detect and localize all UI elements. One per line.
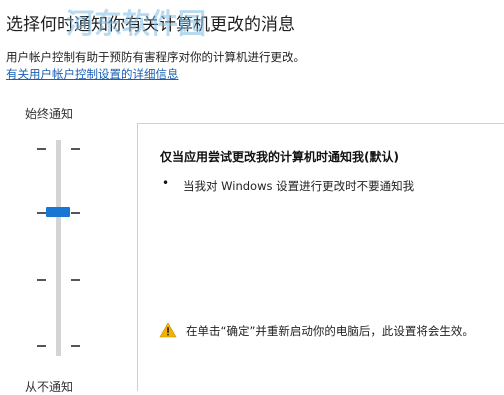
slider-tick — [71, 212, 80, 214]
warning-icon — [159, 322, 177, 338]
uac-details-link[interactable]: 有关用户帐户控制设置的详细信息 — [6, 66, 179, 82]
slider-tick — [37, 212, 46, 214]
warning-text: 在单击“确定”并重新启动你的电脑后，此设置将会生效。 — [186, 324, 474, 338]
bullet-icon: • — [162, 176, 170, 190]
setting-description-panel: 仅当应用尝试更改我的计算机时通知我(默认) • 当我对 Windows 设置进行… — [137, 123, 504, 391]
description-text: 用户帐户控制有助于预防有害程序对你的计算机进行更改。 — [6, 50, 305, 64]
slider-tick — [71, 279, 80, 281]
slider-tick — [37, 345, 46, 347]
slider-thumb[interactable] — [46, 207, 70, 217]
slider-tick — [71, 345, 80, 347]
slider-tick — [71, 148, 80, 150]
notification-level-slider[interactable] — [30, 140, 90, 356]
bullet-text: 当我对 Windows 设置进行更改时不要通知我 — [183, 179, 415, 193]
slider-track[interactable] — [56, 140, 61, 356]
slider-bottom-label: 从不通知 — [25, 380, 74, 394]
slider-top-label: 始终通知 — [25, 107, 74, 121]
slider-tick — [37, 279, 46, 281]
slider-tick — [37, 148, 46, 150]
panel-heading: 仅当应用尝试更改我的计算机时通知我(默认) — [160, 150, 399, 164]
dialog-title: 选择何时通知你有关计算机更改的消息 — [6, 15, 295, 35]
